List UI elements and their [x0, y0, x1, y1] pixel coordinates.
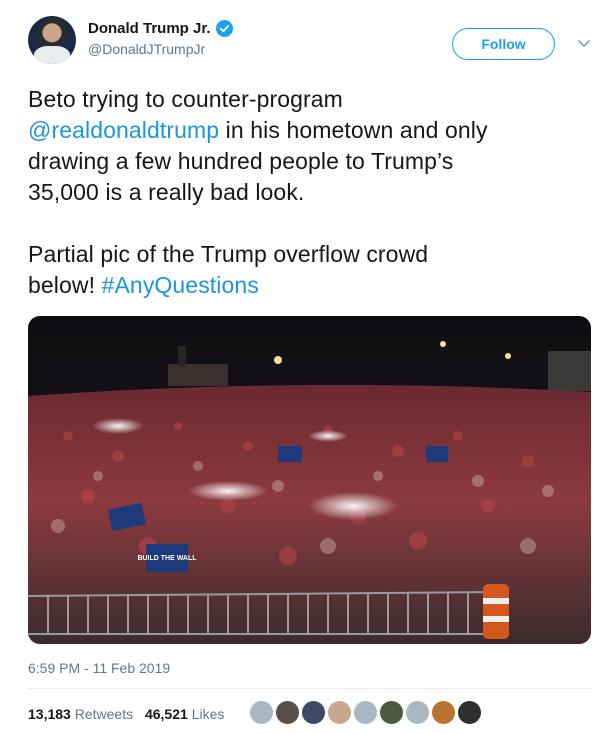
tweet-timestamp[interactable]: 6:59 PM - 11 Feb 2019 — [28, 660, 170, 676]
traffic-barrel — [483, 584, 509, 639]
tweet-line: Partial pic of the Trump overflow crowd — [28, 241, 429, 267]
sign — [426, 446, 448, 462]
stadium-light — [505, 353, 511, 359]
tweet-line: @realdonaldtrump in his hometown and onl… — [28, 115, 588, 146]
retweets-count: 13,183 — [28, 706, 71, 722]
crowd-photo-illustration: BUILD THE WALL — [28, 341, 591, 644]
barrel-stripe — [483, 598, 509, 604]
tweet-stats: 13,183 Retweets 46,521 Likes — [28, 706, 224, 722]
liker-avatar[interactable] — [404, 699, 431, 726]
light-flare — [188, 481, 268, 501]
sign-text: BUILD THE WALL — [137, 555, 197, 562]
display-name[interactable]: Donald Trump Jr. — [88, 20, 211, 37]
liker-avatar[interactable] — [352, 699, 379, 726]
divider — [28, 688, 593, 689]
tower — [178, 346, 186, 366]
verified-icon — [215, 20, 233, 37]
sign — [278, 446, 302, 462]
handle[interactable]: @DonaldJTrumpJr — [88, 41, 233, 57]
tweet-line-tail: in his hometown and only — [225, 117, 488, 143]
light-flare — [308, 430, 348, 442]
avatar[interactable] — [28, 16, 76, 64]
light-flare — [308, 492, 398, 520]
follow-button[interactable]: Follow — [452, 28, 555, 60]
tweet-line-head: below! — [28, 272, 96, 298]
tweet-line: below! #AnyQuestions — [28, 270, 588, 301]
tweet-header: Donald Trump Jr. @DonaldJTrumpJr Follow — [28, 16, 593, 72]
liker-avatar[interactable] — [456, 699, 483, 726]
hashtag-link[interactable]: #AnyQuestions — [102, 272, 259, 298]
liker-avatar[interactable] — [300, 699, 327, 726]
liker-avatar[interactable] — [430, 699, 457, 726]
building — [548, 351, 591, 391]
display-name-row[interactable]: Donald Trump Jr. — [88, 20, 233, 37]
stadium-light — [440, 341, 446, 347]
building — [168, 364, 228, 386]
stadium-light — [274, 356, 282, 364]
liker-avatar[interactable] — [274, 699, 301, 726]
user-block: Donald Trump Jr. @DonaldJTrumpJr — [88, 20, 233, 57]
retweets-stat[interactable]: 13,183 Retweets — [28, 706, 133, 722]
likes-stat[interactable]: 46,521 Likes — [145, 706, 224, 722]
chevron-down-icon[interactable] — [577, 36, 591, 50]
mention-link[interactable]: @realdonaldtrump — [28, 117, 219, 143]
tweet-photo[interactable]: BUILD THE WALL — [28, 316, 591, 644]
likes-label: Likes — [191, 706, 225, 722]
tweet-text: Beto trying to counter-program @realdona… — [28, 84, 588, 301]
liker-avatar[interactable] — [248, 699, 275, 726]
tweet-line: Beto trying to counter-program — [28, 86, 343, 112]
liker-avatar[interactable] — [378, 699, 405, 726]
light-flare — [92, 418, 144, 434]
barrel-stripe — [483, 616, 509, 622]
retweets-label: Retweets — [74, 706, 134, 722]
tweet-line: 35,000 is a really bad look. — [28, 179, 305, 205]
likes-count: 46,521 — [144, 706, 188, 722]
liker-avatar[interactable] — [326, 699, 353, 726]
liker-avatars — [248, 699, 483, 729]
tweet-line: drawing a few hundred people to Trump’s — [28, 148, 454, 174]
